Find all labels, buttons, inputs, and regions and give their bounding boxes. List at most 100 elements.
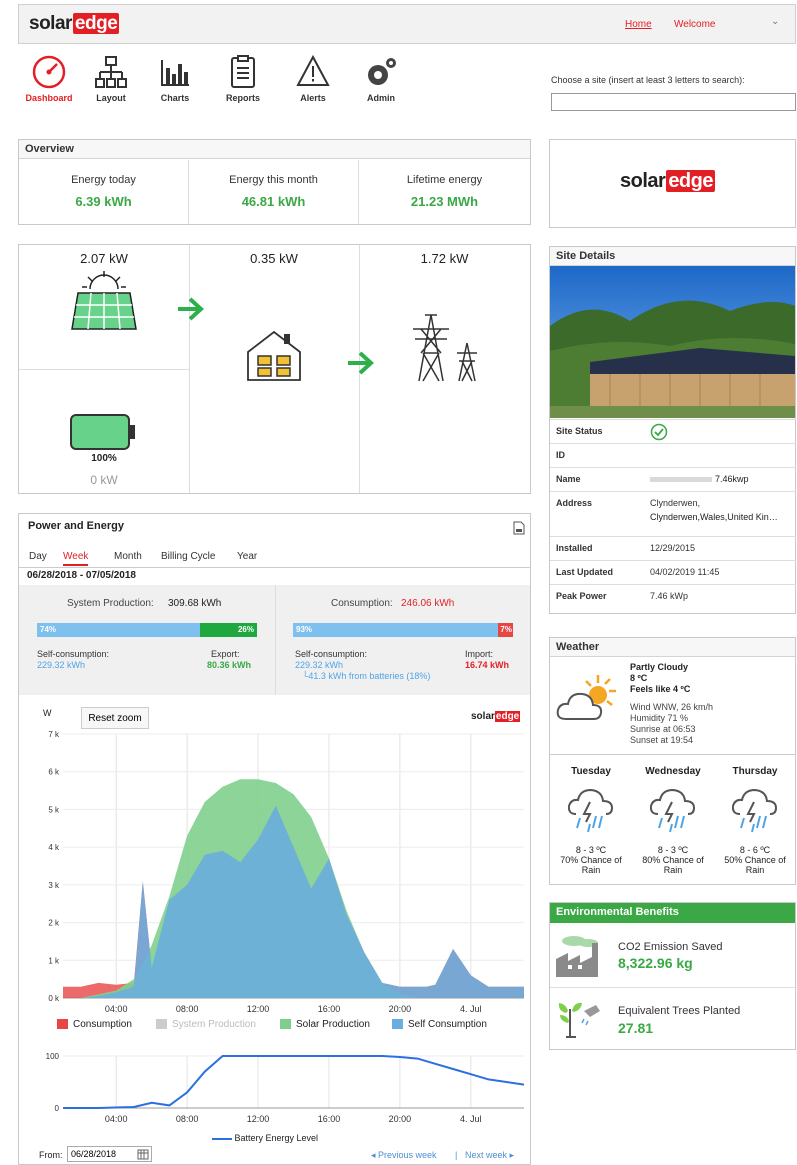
x-tick-label: 20:00	[389, 1114, 412, 1124]
forecast-day-2-chance: 80% Chance of	[642, 855, 704, 865]
sys-prod-label: System Production:	[67, 598, 154, 609]
energy-today-value: 6.39 kWh	[75, 194, 132, 209]
site-search-input[interactable]	[551, 93, 796, 111]
solaredge-logo[interactable]: solar edge	[29, 13, 120, 35]
forecast-day-3-details: 8 - 6 ºC 50% Chance of Rain	[716, 845, 794, 875]
x-tick-label: 16:00	[318, 1114, 341, 1124]
tab-year[interactable]: Year	[237, 551, 257, 562]
forecast-day-3-name: Thursday	[732, 766, 778, 777]
welcome-menu[interactable]: Welcome	[674, 19, 716, 30]
site-name-label: Name	[556, 474, 581, 484]
trees-label: Equivalent Trees Planted	[618, 1005, 741, 1017]
weather-title: Weather	[550, 638, 795, 657]
arrow-right-icon	[348, 351, 374, 375]
site-address-label: Address	[556, 498, 593, 508]
energy-today-label: Energy today	[71, 174, 136, 186]
calendar-icon[interactable]	[137, 1148, 149, 1160]
series-line-battery-energy-level	[63, 1055, 525, 1109]
y-tick-label: 1 k	[48, 956, 60, 965]
nav-reports[interactable]: Reports	[214, 54, 272, 103]
chevron-down-icon[interactable]: ⌄	[771, 16, 779, 27]
tab-month[interactable]: Month	[114, 551, 142, 562]
forecast-day-2-range: 8 - 3 ºC	[657, 845, 689, 855]
site-address-line2: Clynderwen,Wales,United Kin…	[650, 512, 778, 522]
next-week-link[interactable]: Next week ▸	[465, 1150, 514, 1161]
legend-system-production[interactable]: System Production	[172, 1019, 256, 1030]
chart-watermark: solaredge	[471, 711, 521, 722]
arrow-right-icon	[178, 297, 204, 321]
date-range: 06/28/2018 - 07/05/2018	[27, 570, 136, 581]
forecast-day-1-cond: Rain	[581, 865, 601, 875]
home-icon	[247, 330, 301, 381]
legend-self-consumption[interactable]: Self Consumption	[408, 1019, 487, 1030]
nav-charts[interactable]: Charts	[146, 54, 204, 103]
legend-swatch-system-production	[156, 1019, 167, 1029]
installed-row: Installed 12/29/2015	[550, 536, 796, 560]
solar-panel-icon	[71, 271, 137, 330]
home-link[interactable]: Home	[625, 19, 652, 30]
rain-cloud-icon	[568, 788, 614, 833]
weather-condition: Partly Cloudy	[630, 662, 689, 672]
site-name-row: Name 7.46kwp	[550, 467, 796, 491]
nav-label-admin: Admin	[367, 93, 395, 103]
nav-label-dashboard: Dashboard	[25, 93, 73, 103]
y-tick-label: 100	[46, 1052, 60, 1061]
nav-label-reports: Reports	[225, 93, 260, 103]
selfcons-share-bar: 93%	[293, 623, 498, 637]
forecast-day-2-details: 8 - 3 ºC 80% Chance of Rain	[634, 845, 712, 875]
export-document-icon[interactable]	[513, 521, 525, 535]
nav-label-layout: Layout	[96, 93, 126, 103]
previous-week-link[interactable]: ◂ Previous week	[371, 1150, 437, 1161]
production-split-bar: 74% 26%	[37, 623, 257, 637]
y-tick-label: 5 k	[48, 805, 60, 814]
export-value: 80.36 kWh	[207, 660, 252, 670]
battery-percent: 100%	[91, 453, 117, 464]
redacted-name	[650, 477, 712, 482]
consumption-value: 246.06 kWh	[401, 598, 455, 609]
y-tick-label: 6 k	[48, 768, 60, 777]
site-status-row: Site Status	[550, 419, 796, 443]
nav-dashboard[interactable]: Dashboard	[20, 54, 78, 103]
tab-day[interactable]: Day	[29, 551, 47, 562]
site-logo: solar edge	[620, 170, 715, 192]
x-tick-label: 16:00	[318, 1004, 341, 1014]
lifetime-energy-value: 21.23 MWh	[410, 194, 479, 209]
self-consumption-bar: 74%	[37, 623, 200, 637]
export-label: Export:	[211, 649, 240, 659]
legend-solar-production[interactable]: Solar Production	[296, 1019, 370, 1030]
site-logo-panel: solar edge	[549, 139, 796, 228]
battery-level-chart[interactable]: 04:00 08:00 12:00 16:00 20:00 4. Jul 0 100	[19, 1044, 530, 1144]
weather-sunset: Sunset at 19:54	[630, 735, 694, 745]
nav-alerts[interactable]: Alerts	[284, 54, 342, 103]
weather-sunrise: Sunrise at 06:53	[630, 724, 696, 734]
forecast-day-1-chance: 70% Chance of	[560, 855, 622, 865]
peak-power-label: Peak Power	[556, 591, 607, 601]
nav-layout[interactable]: Layout	[82, 54, 140, 103]
env-title: Environmental Benefits	[550, 903, 795, 923]
x-tick-label: 04:00	[105, 1004, 128, 1014]
peak-power-value: 7.46 kWp	[650, 591, 689, 601]
power-energy-chart[interactable]: 04:00 08:00 12:00 16:00 20:00 4. Jul 0 k 1 k 2 k…	[19, 724, 530, 1024]
sys-prod-value: 309.68 kWh	[168, 598, 222, 609]
x-tick-label: 08:00	[176, 1114, 199, 1124]
nav-admin[interactable]: Admin	[352, 54, 410, 103]
legend-consumption[interactable]: Consumption	[73, 1019, 132, 1030]
forecast-day-1-details: 8 - 3 ºC 70% Chance of Rain	[552, 845, 630, 875]
forecast-day-2-cond: Rain	[663, 865, 683, 875]
tab-billing-cycle[interactable]: Billing Cycle	[161, 551, 215, 562]
tab-week[interactable]: Week	[63, 551, 89, 566]
x-tick-label: 04:00	[105, 1114, 128, 1124]
site-id-row: ID	[550, 443, 796, 467]
energy-month: Energy this month 46.81 kWh	[189, 160, 359, 224]
tree-planting-icon	[558, 1002, 600, 1038]
weather-humidity: Humidity 71 %	[630, 713, 689, 723]
forecast-day-1-name: Tuesday	[571, 766, 611, 777]
consumption-label: Consumption:	[331, 598, 393, 609]
legend-swatch-solar-production	[280, 1019, 291, 1029]
installed-value: 12/29/2015	[650, 543, 696, 553]
nav-separator: |	[455, 1150, 458, 1160]
bar-chart-icon	[161, 60, 189, 86]
energy-today: Energy today 6.39 kWh	[19, 160, 189, 224]
nav-label-charts: Charts	[160, 93, 190, 103]
legend-swatch-consumption	[57, 1019, 68, 1029]
